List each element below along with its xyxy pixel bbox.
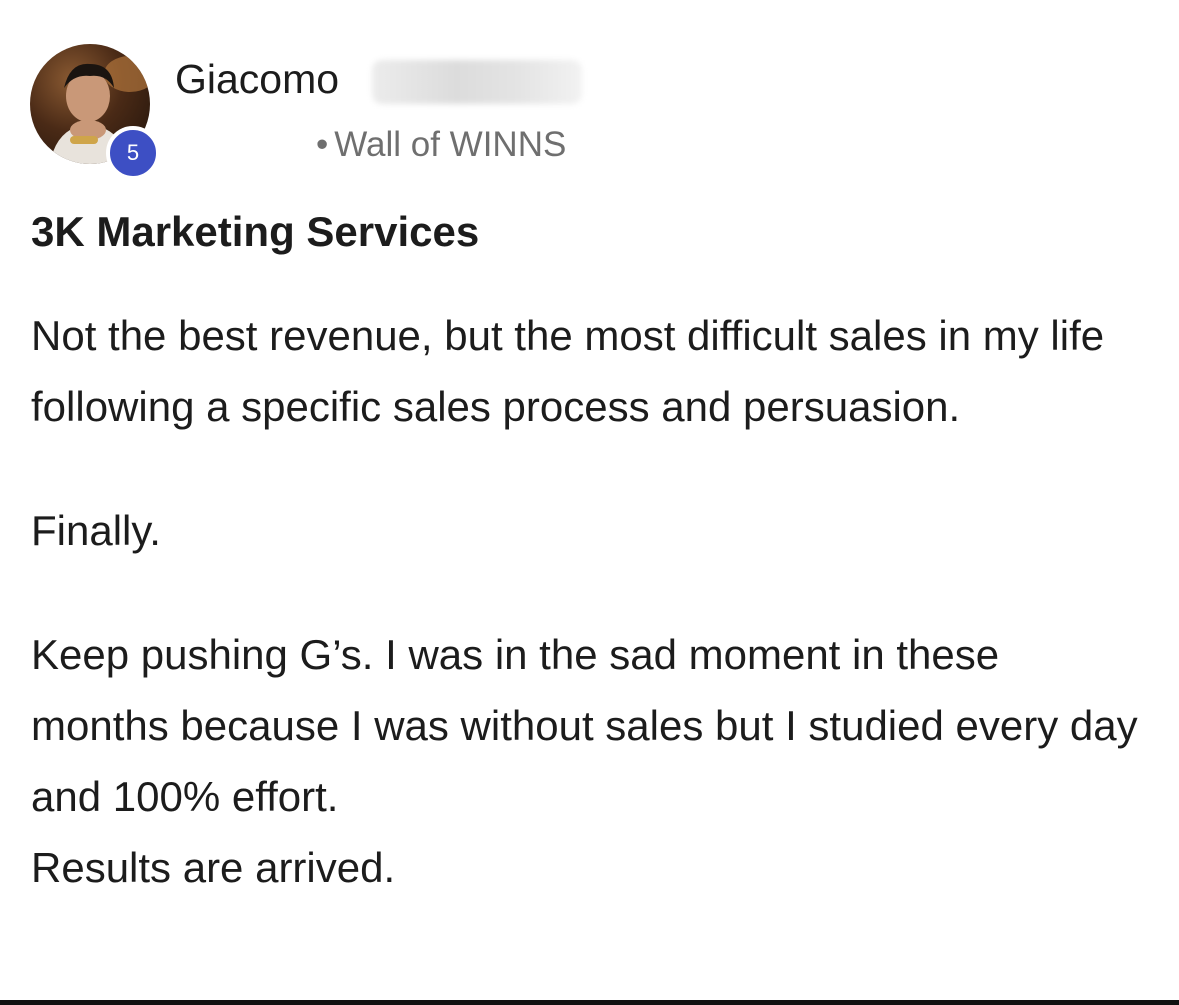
author-avatar-wrap[interactable]: 5 bbox=[30, 44, 154, 180]
level-badge: 5 bbox=[106, 126, 160, 180]
bottom-divider bbox=[0, 1000, 1179, 1005]
author-surname-redacted bbox=[372, 60, 582, 104]
post-paragraph: Keep pushing G’s. I was in the sad momen… bbox=[31, 619, 1141, 832]
author-name[interactable]: Giacomo bbox=[175, 56, 339, 103]
post-paragraph: Finally. bbox=[31, 495, 1141, 566]
post-paragraph: Results are arrived. bbox=[31, 832, 1141, 903]
post-card: 5 Giacomo •Wall of WINNS 3K Marketing Se… bbox=[0, 0, 1179, 1005]
channel-name: Wall of WINNS bbox=[334, 125, 566, 164]
channel-link[interactable]: •Wall of WINNS bbox=[316, 125, 566, 165]
post-body: Not the best revenue, but the most diffi… bbox=[31, 300, 1141, 903]
post-paragraph: Not the best revenue, but the most diffi… bbox=[31, 300, 1141, 442]
post-title: 3K Marketing Services bbox=[31, 208, 479, 256]
separator-dot: • bbox=[316, 125, 328, 164]
